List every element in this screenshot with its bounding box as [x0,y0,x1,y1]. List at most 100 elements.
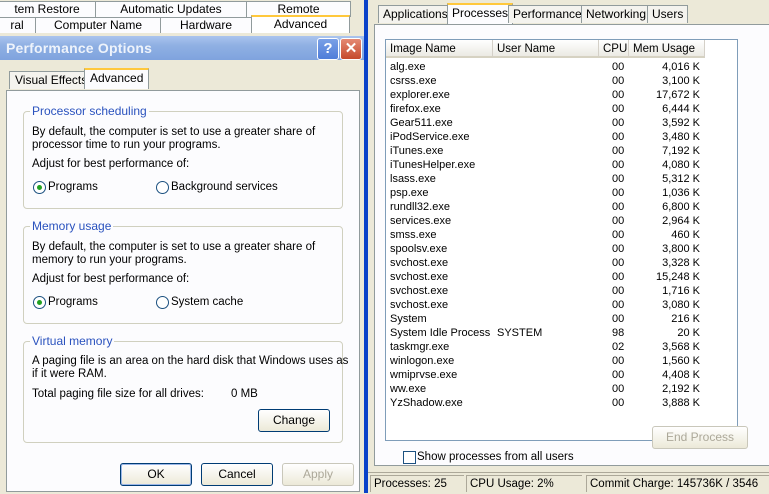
table-row[interactable]: svchost.exe 00 3,080 K [386,298,706,312]
tab-hardware[interactable]: Hardware [160,17,252,33]
process-mem-usage: 2,192 K [662,383,700,395]
memory-system-cache-radio[interactable] [156,296,169,309]
table-row[interactable]: rundll32.exe 00 6,800 K [386,200,706,214]
cancel-button[interactable]: Cancel [201,463,273,486]
process-image-name: wmiprvse.exe [390,369,458,381]
table-row[interactable]: firefox.exe 00 6,444 K [386,102,706,116]
table-row[interactable]: taskmgr.exe 02 3,568 K [386,340,706,354]
table-row[interactable]: YzShadow.exe 00 3,888 K [386,396,706,410]
process-mem-usage: 4,016 K [662,61,700,73]
table-row[interactable]: System Idle Process SYSTEM 98 20 K [386,326,706,340]
table-row[interactable]: svchost.exe 00 3,328 K [386,256,706,270]
virtual-desc-line2: if it were RAM. [32,368,107,380]
memory-programs-radio[interactable] [33,296,46,309]
column-cpu[interactable]: CPU [599,40,629,58]
change-button[interactable]: Change [258,409,330,432]
process-mem-usage: 7,192 K [662,145,700,157]
table-row[interactable]: svchost.exe 00 1,716 K [386,284,706,298]
process-image-name: iTunesHelper.exe [390,159,476,171]
process-mem-usage: 2,964 K [662,215,700,227]
column-user-name[interactable]: User Name [493,40,599,58]
table-row[interactable]: spoolsv.exe 00 3,800 K [386,242,706,256]
process-mem-usage: 5,312 K [662,173,700,185]
tab-computer-name[interactable]: Computer Name [35,17,161,33]
tab-advanced[interactable]: Advanced [251,15,350,33]
table-row[interactable]: iPodService.exe 00 3,480 K [386,130,706,144]
table-row[interactable]: explorer.exe 00 17,672 K [386,88,706,102]
table-row[interactable]: csrss.exe 00 3,100 K [386,74,706,88]
table-row[interactable]: Gear511.exe 00 3,592 K [386,116,706,130]
process-mem-usage: 3,800 K [662,243,700,255]
table-row[interactable]: iTunes.exe 00 7,192 K [386,144,706,158]
process-image-name: taskmgr.exe [390,341,450,353]
process-mem-usage: 4,080 K [662,159,700,171]
process-image-name: ww.exe [390,383,427,395]
tab-automatic-updates[interactable]: Automatic Updates [95,1,247,17]
help-button[interactable]: ? [317,38,339,60]
tab-performance[interactable]: Performance [508,5,587,23]
column-image-name[interactable]: Image Name [386,40,493,58]
tab-general[interactable]: ral [0,17,36,33]
process-image-name: svchost.exe [390,285,449,297]
process-mem-usage: 4,408 K [662,369,700,381]
process-image-name: csrss.exe [390,75,437,87]
process-list[interactable]: Image Name User Name CPU Mem Usage alg.e… [385,39,738,441]
table-row[interactable]: wmiprvse.exe 00 4,408 K [386,368,706,382]
table-row[interactable]: smss.exe 00 460 K [386,228,706,242]
memory-desc-line1: By default, the computer is set to use a… [32,241,316,253]
table-row[interactable]: ww.exe 00 2,192 K [386,382,706,396]
tab-users[interactable]: Users [647,5,689,23]
tab-networking[interactable]: Networking [581,5,652,23]
processor-programs-label[interactable]: Programs [48,181,98,194]
show-all-users-checkbox[interactable] [403,451,416,464]
task-manager-window: Applications Processes Performance Netwo… [364,0,769,494]
group-label: Processor scheduling [30,104,149,118]
title-bar[interactable]: Performance Options ? ✕ [0,36,364,60]
process-mem-usage: 216 K [671,313,700,325]
table-row[interactable]: System 00 216 K [386,312,706,326]
process-mem-usage: 17,672 K [655,89,700,101]
paging-total-label: Total paging file size for all drives: [32,388,204,400]
process-image-name: winlogon.exe [390,355,455,367]
process-image-name: iTunes.exe [390,145,444,157]
column-mem-usage[interactable]: Mem Usage [629,40,705,58]
table-row[interactable]: iTunesHelper.exe 00 4,080 K [386,158,706,172]
processor-desc-line2: processor time to run your programs. [32,139,221,151]
show-all-users-label[interactable]: Show processes from all users [417,451,574,464]
process-image-name: System Idle Process [390,327,491,339]
table-row[interactable]: winlogon.exe 00 1,560 K [386,354,706,368]
processor-programs-radio[interactable] [33,181,46,194]
tab-system-restore[interactable]: tem Restore [0,1,96,17]
process-image-name: svchost.exe [390,271,449,283]
process-mem-usage: 1,716 K [662,285,700,297]
process-mem-usage: 20 K [677,327,700,339]
table-row[interactable]: alg.exe 00 4,016 K [386,60,706,74]
process-image-name: psp.exe [390,187,429,199]
table-row[interactable]: services.exe 00 2,964 K [386,214,706,228]
processor-background-radio[interactable] [156,181,169,194]
table-row[interactable]: psp.exe 00 1,036 K [386,186,706,200]
tab-applications[interactable]: Applications [378,5,453,23]
tab-processes[interactable]: Processes [447,3,514,24]
process-image-name: firefox.exe [390,103,441,115]
tab-perf-advanced[interactable]: Advanced [84,68,150,89]
tab-visual-effects[interactable]: Visual Effects [9,71,94,89]
process-mem-usage: 3,568 K [662,341,700,353]
performance-options-dialog: Performance Options ? ✕ Visual Effects A… [0,36,364,493]
table-row[interactable]: lsass.exe 00 5,312 K [386,172,706,186]
close-icon: ✕ [344,40,358,57]
group-label: Memory usage [30,219,114,233]
close-button[interactable]: ✕ [340,38,362,60]
processor-background-label[interactable]: Background services [171,181,278,194]
process-mem-usage: 15,248 K [655,271,700,283]
process-image-name: lsass.exe [390,173,436,185]
memory-system-cache-label[interactable]: System cache [171,296,243,309]
table-row[interactable]: svchost.exe 00 15,248 K [386,270,706,284]
system-properties-tabs: tem Restore Automatic Updates Remote ral… [0,0,364,38]
memory-programs-label[interactable]: Programs [48,296,98,309]
ok-button[interactable]: OK [120,463,192,486]
processor-scheduling-group: Processor scheduling By default, the com… [23,104,343,209]
status-cpu-usage: CPU Usage: 2% [466,475,582,492]
process-image-name: iPodService.exe [390,131,470,143]
advanced-tab-panel: Processor scheduling By default, the com… [6,90,360,492]
